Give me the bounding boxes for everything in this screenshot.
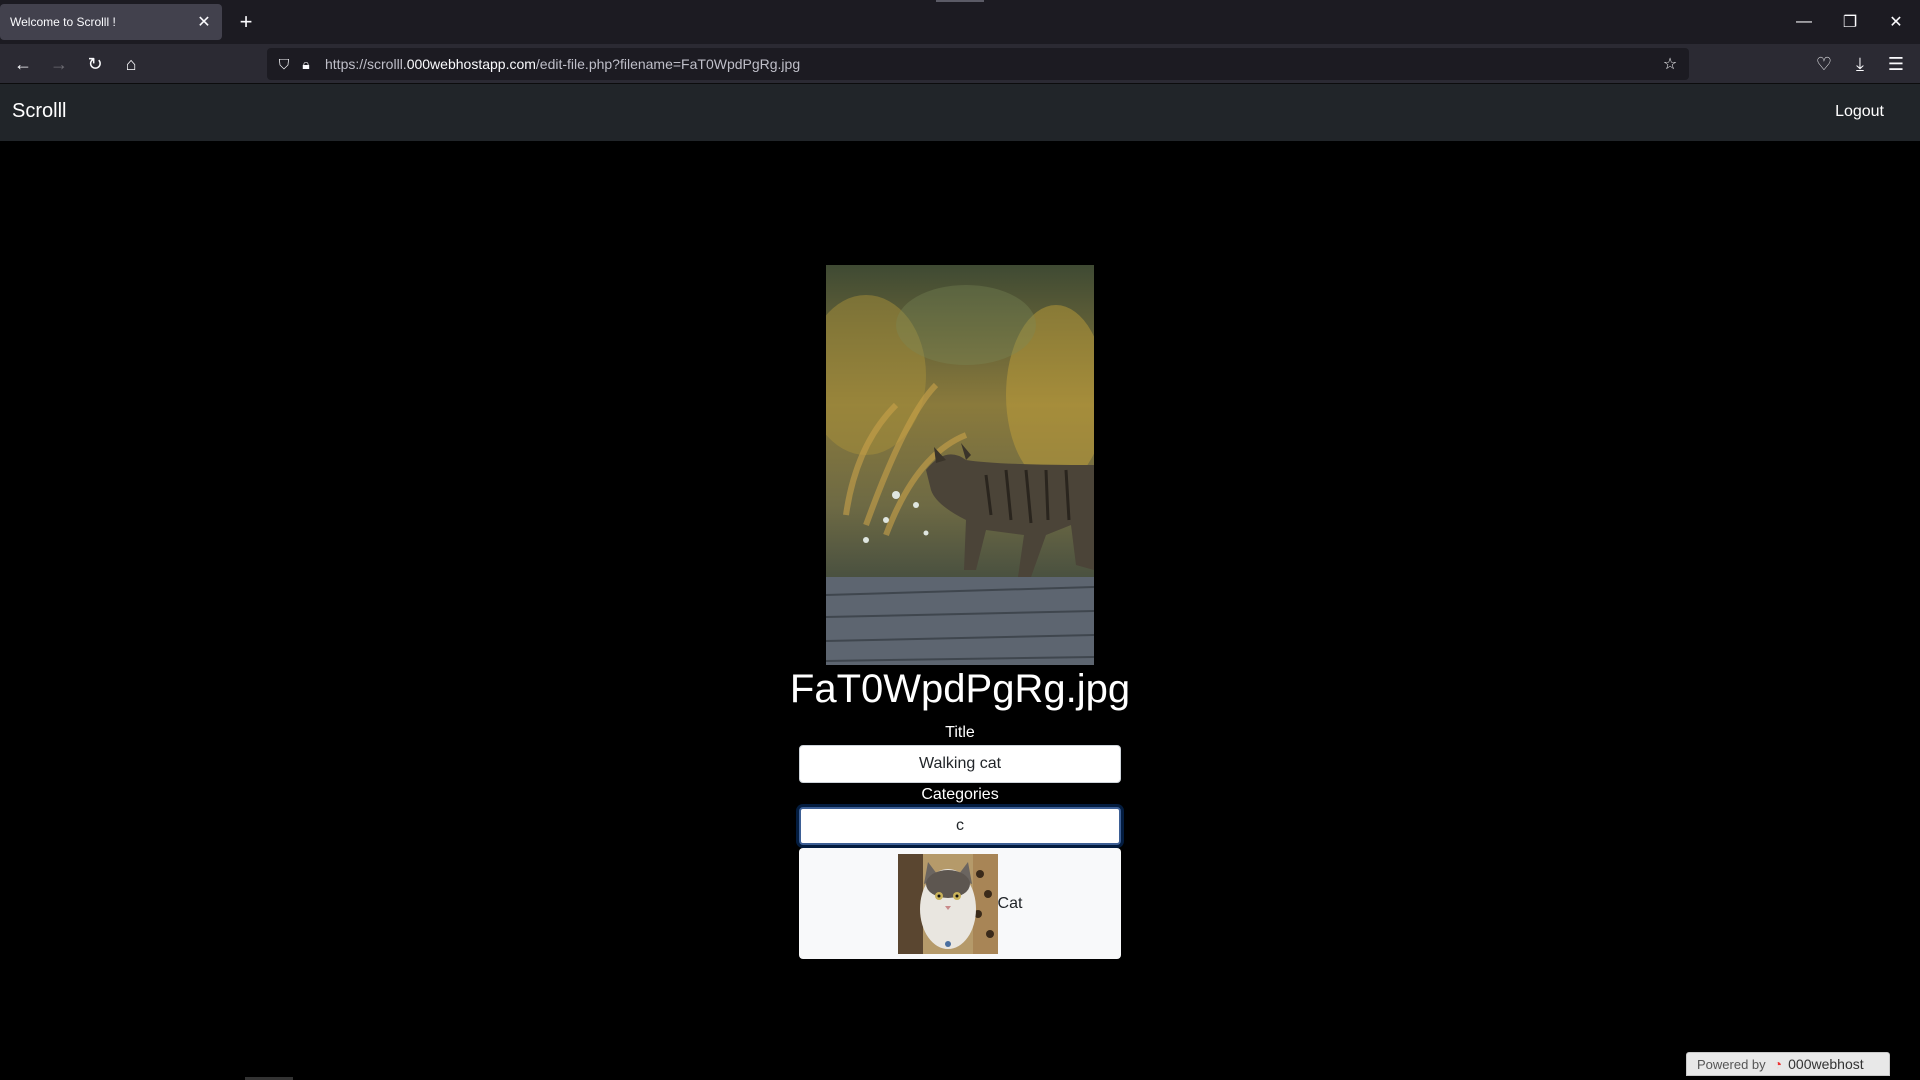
browser-tab[interactable]: Welcome to Scrolll ! ✕ (0, 4, 222, 40)
new-tab-icon[interactable]: + (233, 9, 259, 35)
categories-input[interactable] (799, 807, 1121, 845)
forward-icon[interactable]: → (45, 50, 73, 78)
reload-icon[interactable]: ↻ (81, 50, 109, 78)
powered-by-badge[interactable]: Powered by ◔ 000webhost (1686, 1052, 1890, 1076)
logout-link[interactable]: Logout (1835, 103, 1884, 121)
drag-notch (936, 0, 984, 2)
close-tab-icon[interactable]: ✕ (192, 10, 216, 34)
shield-icon[interactable]: ⛉ (273, 53, 295, 75)
bookmark-star-icon[interactable]: ☆ (1659, 53, 1681, 75)
tab-title: Welcome to Scrolll ! (10, 15, 116, 29)
title-input[interactable] (799, 745, 1121, 783)
pocket-icon[interactable]: ♡ (1810, 50, 1838, 78)
back-icon[interactable]: ← (9, 50, 37, 78)
categories-label: Categories (921, 786, 999, 803)
webhost-name: 000webhost (1788, 1056, 1864, 1072)
site-navbar: Scrolll Logout (0, 84, 1920, 141)
menu-icon[interactable]: ☰ (1882, 50, 1910, 78)
lock-icon[interactable]: 🔒︎ (295, 53, 317, 75)
uploaded-photo (826, 265, 1094, 665)
browser-navbar: ← → ↻ ⌂ ⛉ 🔒︎ https://scrolll.000webhosta… (0, 44, 1920, 84)
file-name-heading: FaT0WpdPgRg.jpg (789, 667, 1131, 711)
title-label: Title (945, 724, 975, 741)
restore-icon[interactable]: ❐ (1835, 8, 1865, 36)
category-suggestion[interactable]: Cat (799, 848, 1121, 959)
downloads-icon[interactable]: ⤓ (1846, 50, 1874, 78)
browser-titlebar: Welcome to Scrolll ! ✕ + — ❐ ✕ (0, 0, 1920, 44)
home-icon[interactable]: ⌂ (117, 50, 145, 78)
url-text[interactable]: https://scrolll.000webhostapp.com/edit-f… (325, 56, 800, 72)
powered-by-text: Powered by (1697, 1056, 1766, 1072)
category-suggestion-label[interactable]: Cat (998, 895, 1023, 913)
close-window-icon[interactable]: ✕ (1881, 8, 1911, 36)
webhost-logo-icon: ◔ (1773, 1056, 1783, 1072)
site-brand[interactable]: Scrolll (12, 100, 66, 123)
minimize-icon[interactable]: — (1789, 8, 1819, 36)
category-thumbnail[interactable] (897, 853, 998, 954)
address-bar[interactable]: ⛉ 🔒︎ https://scrolll.000webhostapp.com/e… (267, 48, 1689, 80)
